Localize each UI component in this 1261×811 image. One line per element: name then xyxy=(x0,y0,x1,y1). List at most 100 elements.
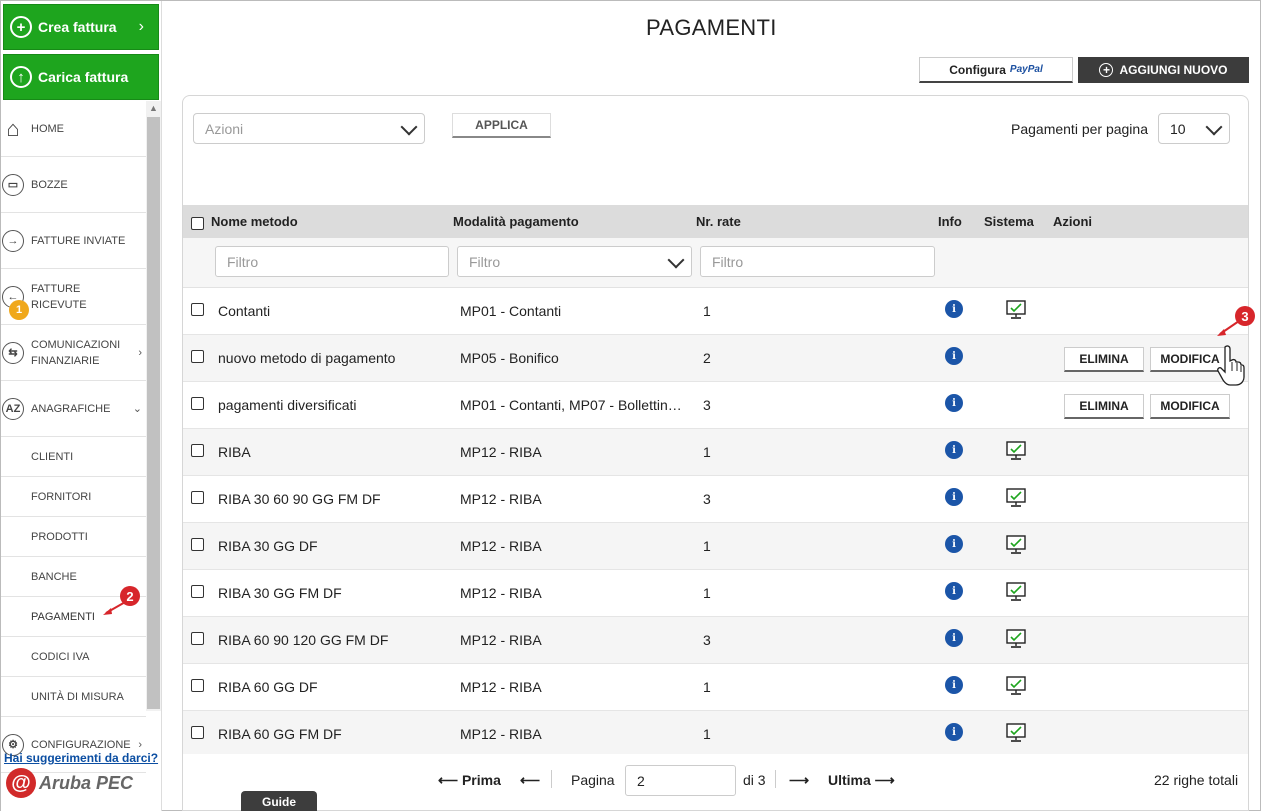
first-page-link[interactable]: ⟵ Prima xyxy=(438,772,501,789)
last-page-label: Ultima xyxy=(828,772,871,788)
table-row[interactable]: RIBA 30 GG FM DF MP12 - RIBA 1 i xyxy=(183,570,1248,617)
system-monitor-icon xyxy=(1006,629,1026,648)
info-icon[interactable]: i xyxy=(945,535,963,553)
callout-arrow-icon xyxy=(1217,320,1240,336)
info-icon[interactable]: i xyxy=(945,300,963,318)
delete-button[interactable]: ELIMINA xyxy=(1064,347,1144,372)
info-icon[interactable]: i xyxy=(945,723,963,741)
create-invoice-label: Crea fattura xyxy=(38,19,117,35)
sidebar-item-home[interactable]: ⌂ HOME xyxy=(1,101,146,157)
logo-text: Aruba PEC xyxy=(39,772,134,793)
edit-button[interactable]: MODIFICA xyxy=(1150,394,1230,419)
row-checkbox[interactable] xyxy=(191,538,204,551)
per-page-select[interactable]: 10 xyxy=(1158,113,1230,144)
sidebar-item-fatture-inviate[interactable]: → FATTURE INVIATE xyxy=(1,213,146,269)
cell-nome: RIBA 60 GG FM DF xyxy=(218,726,342,742)
cell-modalita: MP12 - RIBA xyxy=(460,491,542,507)
row-checkbox[interactable] xyxy=(191,444,204,457)
sidebar-item-clienti[interactable]: CLIENTI xyxy=(1,437,146,477)
column-header-nome[interactable]: Nome metodo xyxy=(211,214,298,229)
sidebar-item-unita-di-misura[interactable]: UNITÀ DI MISURA xyxy=(1,677,146,717)
page-label: Pagina xyxy=(571,772,615,788)
sidebar-item-label: BOZZE xyxy=(31,178,68,191)
cell-rate: 3 xyxy=(703,491,711,507)
filter-modalita-select[interactable]: Filtro xyxy=(457,246,692,277)
sidebar-scrollbar[interactable]: ▲ xyxy=(146,101,161,711)
table-row[interactable]: nuovo metodo di pagamento MP05 - Bonifico… xyxy=(183,335,1248,382)
info-icon[interactable]: i xyxy=(945,676,963,694)
sidebar-item-label: FATTURE INVIATE xyxy=(31,234,126,247)
add-new-button[interactable]: + AGGIUNGI NUOVO xyxy=(1078,57,1249,83)
info-icon[interactable]: i xyxy=(945,347,963,365)
sidebar-item-label: HOME xyxy=(31,122,64,135)
apply-button[interactable]: APPLICA xyxy=(452,113,551,138)
sidebar-item-anagrafiche[interactable]: AZ ANAGRAFICHE ⌄ xyxy=(1,381,146,437)
page-title: PAGAMENTI xyxy=(646,15,777,40)
table-row[interactable]: RIBA MP12 - RIBA 1 i xyxy=(183,429,1248,476)
sidebar-item-codici-iva[interactable]: CODICI IVA xyxy=(1,637,146,677)
sidebar-item-comunicazioni-finanziarie[interactable]: ⇆ COMUNICAZIONI FINANZIARIE › xyxy=(1,325,146,381)
cell-rate: 1 xyxy=(703,585,711,601)
info-icon[interactable]: i xyxy=(945,582,963,600)
row-checkbox[interactable] xyxy=(191,585,204,598)
table-row[interactable]: pagamenti diversificati MP01 - Contanti, … xyxy=(183,382,1248,429)
first-page-label: Prima xyxy=(461,772,501,788)
cell-modalita: MP05 - Bonifico xyxy=(460,350,559,366)
row-checkbox[interactable] xyxy=(191,303,204,316)
cell-nome: nuovo metodo di pagamento xyxy=(218,350,396,366)
sidebar-item-fatture-ricevute[interactable]: ← FATTURE RICEVUTE 1 xyxy=(1,269,146,325)
delete-button[interactable]: ELIMINA xyxy=(1064,394,1144,419)
filter-nome-input[interactable]: Filtro xyxy=(215,246,449,277)
info-icon[interactable]: i xyxy=(945,629,963,647)
sidebar-item-label: FORNITORI xyxy=(31,490,92,503)
sidebar-item-fornitori[interactable]: FORNITORI xyxy=(1,477,146,517)
info-icon[interactable]: i xyxy=(945,441,963,459)
configure-paypal-button[interactable]: Configura PayPal xyxy=(919,57,1073,83)
cell-rate: 1 xyxy=(703,303,711,319)
next-page-arrow-icon[interactable]: ⟶ xyxy=(789,772,809,789)
column-header-modalita[interactable]: Modalità pagamento xyxy=(453,214,579,229)
filter-rate-input[interactable]: Filtro xyxy=(700,246,935,277)
row-checkbox[interactable] xyxy=(191,679,204,692)
row-checkbox[interactable] xyxy=(191,491,204,504)
column-header-azioni: Azioni xyxy=(1053,214,1092,229)
cell-modalita: MP12 - RIBA xyxy=(460,444,542,460)
select-all-checkbox[interactable] xyxy=(191,217,204,230)
guide-tab[interactable]: Guide xyxy=(241,791,317,811)
column-header-rate[interactable]: Nr. rate xyxy=(696,214,741,229)
table-row[interactable]: RIBA 30 GG DF MP12 - RIBA 1 i xyxy=(183,523,1248,570)
system-monitor-icon xyxy=(1006,723,1026,742)
cell-modalita: MP12 - RIBA xyxy=(460,726,542,742)
row-checkbox[interactable] xyxy=(191,397,204,410)
prev-page-arrow-icon[interactable]: ⟵ xyxy=(520,772,540,789)
last-page-link[interactable]: Ultima ⟶ xyxy=(828,772,895,789)
table-row[interactable]: RIBA 60 GG DF MP12 - RIBA 1 i xyxy=(183,664,1248,711)
table-row[interactable]: RIBA 60 GG FM DF MP12 - RIBA 1 i xyxy=(183,711,1248,758)
chevron-down-icon xyxy=(667,251,685,269)
table-row[interactable]: RIBA 30 60 90 GG FM DF MP12 - RIBA 3 i xyxy=(183,476,1248,523)
per-page-value: 10 xyxy=(1170,120,1186,137)
sidebar-item-bozze[interactable]: ▭ BOZZE xyxy=(1,157,146,213)
table-row[interactable]: Contanti MP01 - Contanti 1 i xyxy=(183,288,1248,335)
create-invoice-button[interactable]: + Crea fattura › xyxy=(3,4,159,50)
row-checkbox[interactable] xyxy=(191,726,204,739)
cell-modalita: MP12 - RIBA xyxy=(460,679,542,695)
info-icon[interactable]: i xyxy=(945,488,963,506)
scrollbar-thumb[interactable] xyxy=(147,117,160,709)
sidebar-item-prodotti[interactable]: PRODOTTI xyxy=(1,517,146,557)
sidebar-item-label: FATTURE RICEVUTE xyxy=(31,282,87,311)
notification-badge: 1 xyxy=(9,300,29,320)
upload-invoice-button[interactable]: ↑ Carica fattura xyxy=(3,54,159,100)
row-checkbox[interactable] xyxy=(191,632,204,645)
row-checkbox[interactable] xyxy=(191,350,204,363)
page-number-input[interactable]: 2 xyxy=(625,765,736,796)
payments-panel: Azioni APPLICA Pagamenti per pagina 10 N… xyxy=(182,95,1249,811)
sidebar-item-label: CLIENTI xyxy=(31,450,74,463)
bulk-actions-select[interactable]: Azioni xyxy=(193,113,425,144)
scroll-up-icon[interactable]: ▲ xyxy=(149,103,158,113)
send-arrow-icon: → xyxy=(2,229,24,252)
info-icon[interactable]: i xyxy=(945,394,963,412)
feedback-link[interactable]: Hai suggerimenti da darci? xyxy=(4,751,158,765)
sidebar-item-label: CODICI IVA xyxy=(31,650,90,663)
table-row[interactable]: RIBA 60 90 120 GG FM DF MP12 - RIBA 3 i xyxy=(183,617,1248,664)
